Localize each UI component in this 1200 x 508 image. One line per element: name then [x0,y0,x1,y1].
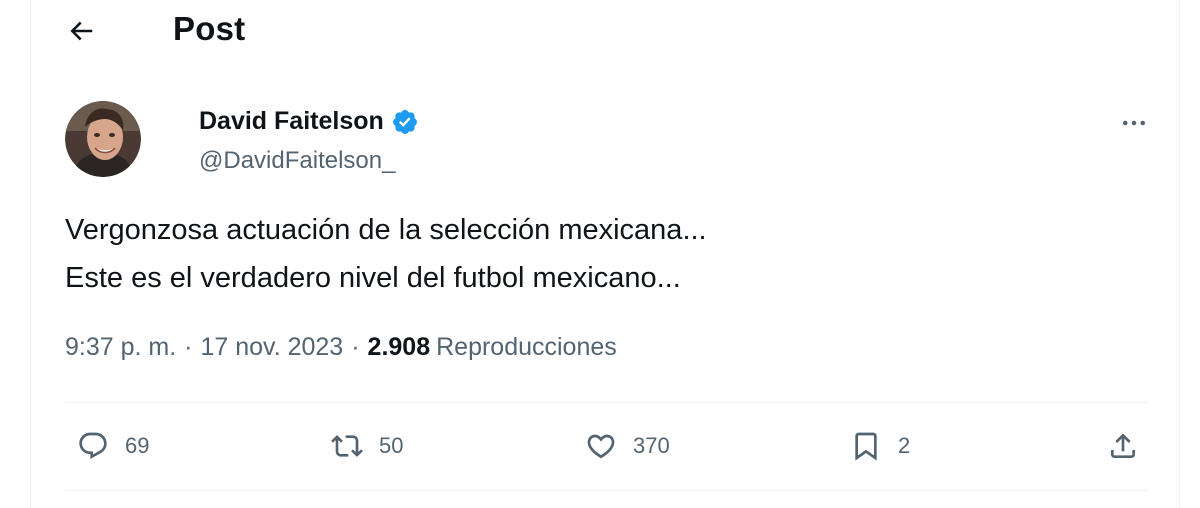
meta-separator: · [184,333,193,361]
repost-count: 50 [379,433,404,458]
reply-count: 69 [125,433,150,458]
avatar[interactable] [65,101,141,177]
post-text: Vergonzosa actuación de la selección mex… [65,206,1125,302]
post-time[interactable]: 9:37 p. m. [65,333,176,362]
bookmark-count: 2 [898,433,911,458]
post-detail-panel: Post David Faitelson @DavidFaitelson_ Ve… [30,0,1180,508]
share-icon [1103,426,1143,466]
share-button[interactable] [1103,424,1143,468]
action-bar: 69 50 370 2 [65,424,1149,468]
heart-icon [581,426,621,466]
back-button[interactable] [61,11,101,51]
verified-badge-icon [392,109,417,134]
repost-icon [327,426,367,466]
reply-button[interactable]: 69 [73,424,149,468]
author-handle[interactable]: @DavidFaitelson_ [199,147,395,175]
divider [65,402,1149,403]
more-horizontal-icon [1123,120,1145,126]
post-date[interactable]: 17 nov. 2023 [201,333,344,362]
post-meta: 9:37 p. m. · 17 nov. 2023 · 2.908 Reprod… [65,333,617,362]
divider [65,490,1149,491]
reply-icon [73,426,113,466]
views-count[interactable]: 2.908 [368,333,431,362]
arrow-left-icon [70,21,93,41]
repost-button[interactable]: 50 [327,424,403,468]
author-name-row: David Faitelson [199,107,419,136]
bookmark-button[interactable]: 2 [846,424,910,468]
bookmark-icon [846,426,886,466]
post-header: Post [31,0,1181,62]
like-button[interactable]: 370 [581,424,670,468]
post-text-line: Vergonzosa actuación de la selección mex… [65,214,707,246]
meta-separator: · [351,333,360,361]
more-options-button[interactable] [1114,106,1154,140]
author-name[interactable]: David Faitelson [199,107,384,136]
page-title: Post [173,10,246,47]
like-count: 370 [633,433,670,458]
post-text-line: Este es el verdadero nivel del futbol me… [65,262,681,294]
views-label[interactable]: Reproducciones [436,333,617,362]
